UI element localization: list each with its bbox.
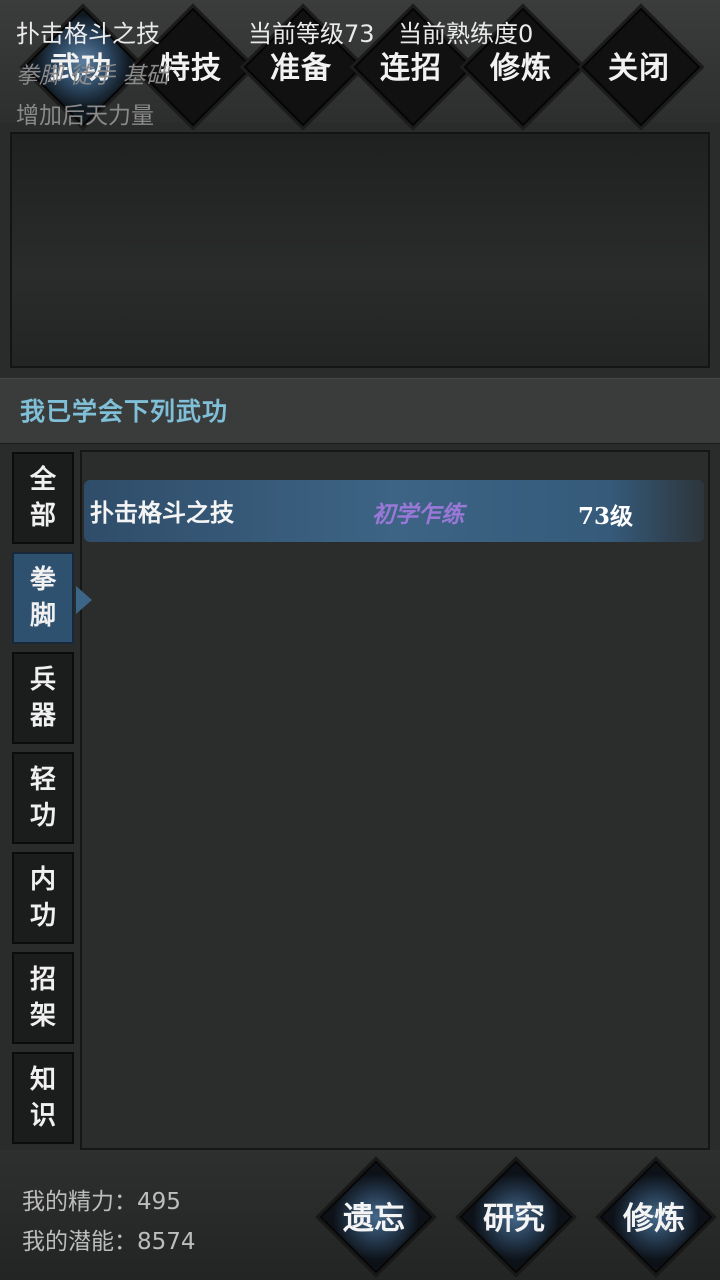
skill-detail-description: 增加后天力量 [16, 103, 154, 129]
skill-detail-name: 扑击格斗之技 [16, 20, 160, 48]
close-button[interactable]: 关闭 [581, 7, 701, 127]
category-char: 脚 [29, 601, 56, 631]
category-char: 兵 [29, 665, 56, 695]
train-button[interactable]: 修炼 [594, 1155, 714, 1275]
skill-row-stage: 初学乍练 [372, 501, 464, 528]
category-fist-kick[interactable]: 拳 脚 [12, 552, 74, 644]
category-char: 部 [29, 501, 56, 531]
category-knowledge[interactable]: 知 识 [12, 1052, 74, 1144]
category-char: 功 [29, 801, 56, 831]
research-button[interactable]: 研究 [454, 1155, 574, 1275]
potential-stat: 我的潜能：8574 [22, 1229, 196, 1255]
skill-list-panel [80, 450, 710, 1150]
category-lightness[interactable]: 轻 功 [12, 752, 74, 844]
category-char: 识 [29, 1101, 56, 1131]
category-char: 架 [29, 1001, 56, 1031]
learned-title: 我已学会下列武功 [20, 397, 229, 426]
category-char: 全 [29, 465, 56, 495]
category-char: 功 [29, 901, 56, 931]
category-char: 知 [29, 1065, 56, 1095]
button-label: 遗忘 [343, 1200, 405, 1237]
tab-label: 关闭 [608, 51, 670, 86]
category-parry[interactable]: 招 架 [12, 952, 74, 1044]
forget-button[interactable]: 遗忘 [314, 1155, 434, 1275]
skill-detail-panel [10, 132, 710, 368]
category-internal[interactable]: 内 功 [12, 852, 74, 944]
category-char: 内 [29, 865, 56, 895]
category-char: 招 [29, 965, 56, 995]
skill-row-level: 73级 [578, 503, 634, 530]
category-char: 轻 [29, 765, 56, 795]
button-label: 修炼 [623, 1200, 685, 1237]
energy-stat: 我的精力：495 [22, 1189, 181, 1215]
category-all[interactable]: 全 部 [12, 452, 74, 544]
skill-row-name: 扑击格斗之技 [90, 498, 234, 527]
skill-detail-tags: 拳脚 徒手 基础 [16, 63, 169, 89]
skill-detail-proficiency: 当前熟练度0 [398, 20, 534, 48]
category-char: 拳 [29, 565, 56, 595]
category-weapons[interactable]: 兵 器 [12, 652, 74, 744]
active-category-arrow-icon [76, 586, 92, 614]
category-char: 器 [29, 701, 56, 731]
skill-detail-level: 当前等级73 [248, 20, 375, 48]
button-label: 研究 [483, 1200, 545, 1237]
